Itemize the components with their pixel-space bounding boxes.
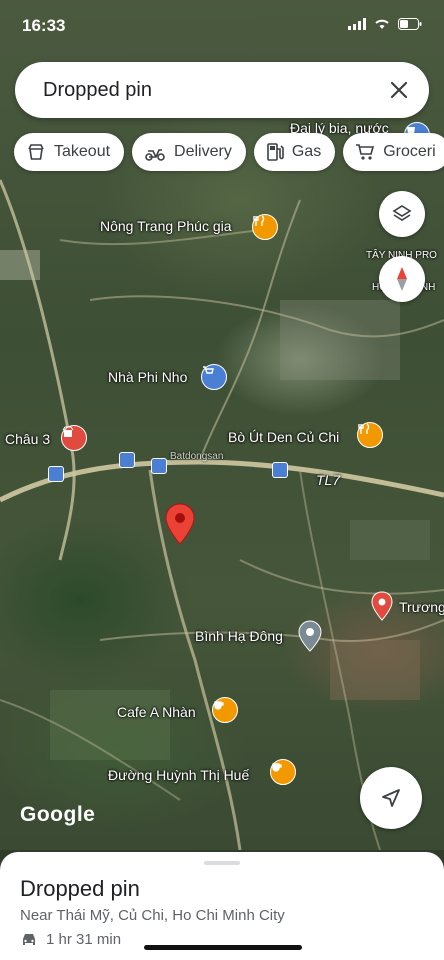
sheet-drag-handle[interactable]	[204, 861, 240, 865]
compass-icon	[397, 267, 407, 291]
my-location-button[interactable]	[360, 767, 422, 829]
chip-label: Takeout	[54, 143, 111, 160]
chip-label: Gas	[291, 143, 322, 160]
bus-stop-icon[interactable]	[119, 452, 135, 468]
chip-takeout[interactable]: Takeout	[14, 133, 125, 171]
place-title: Dropped pin	[20, 876, 140, 901]
status-time: 16:33	[22, 16, 66, 35]
category-chips: Takeout Delivery Gas Groceri	[14, 133, 444, 171]
gas-icon	[267, 143, 284, 161]
compass-button[interactable]	[379, 256, 425, 302]
place-address: Near Thái Mỹ, Củ Chi, Ho Chi Minh City	[20, 907, 285, 924]
place-label-nha-phi-nho[interactable]: Nhà Phi Nho	[108, 369, 187, 385]
chip-groceries[interactable]: Groceri	[343, 133, 444, 171]
satellite-map[interactable]: Đại lý bia, nước Nông Trang Phúc gia TÂY…	[0, 0, 444, 850]
place-label-binh-ha-dong[interactable]: Bình Hạ Đông	[195, 628, 283, 644]
search-bar[interactable]: Dropped pin	[15, 62, 429, 118]
chip-delivery[interactable]: Delivery	[132, 133, 246, 171]
place-label-chau3[interactable]: Châu 3	[5, 431, 50, 447]
cafe-icon[interactable]	[212, 697, 238, 723]
google-logo: Google	[20, 803, 96, 826]
road-label-tl7: TL7	[316, 472, 341, 488]
delivery-icon	[145, 149, 165, 161]
shopping-icon[interactable]	[201, 364, 227, 390]
chip-label: Groceri	[383, 143, 436, 160]
layers-button[interactable]	[379, 191, 425, 237]
place-label-duong[interactable]: Đường Huỳnh Thị Huế	[108, 767, 249, 783]
restaurant-icon[interactable]	[252, 214, 278, 240]
bus-stop-icon[interactable]	[272, 462, 288, 478]
place-label-cafe[interactable]: Cafe A Nhàn	[117, 704, 196, 720]
bus-stop-icon[interactable]	[48, 466, 64, 482]
bus-stop-icon[interactable]	[151, 458, 167, 474]
cellular-signal-icon	[348, 18, 366, 30]
chip-gas[interactable]: Gas	[253, 133, 336, 171]
battery-icon	[398, 18, 422, 30]
grocery-icon	[356, 144, 375, 160]
layers-icon	[392, 205, 412, 221]
cafe-icon[interactable]	[270, 759, 296, 785]
place-label-bo-ut[interactable]: Bò Út Den Củ Chi	[228, 429, 339, 445]
watermark: Batdongsan	[170, 451, 224, 462]
restaurant-icon[interactable]	[357, 422, 383, 448]
place-label-nong-trang[interactable]: Nông Trang Phúc gia	[100, 218, 232, 234]
status-bar: 16:33	[0, 0, 444, 50]
home-indicator	[144, 945, 302, 950]
wifi-icon	[375, 19, 389, 29]
chip-label: Delivery	[174, 143, 232, 160]
close-icon[interactable]	[383, 74, 415, 106]
travel-time[interactable]: 1 hr 31 min	[20, 931, 121, 948]
store-icon[interactable]	[61, 425, 87, 451]
navigation-arrow-icon	[382, 789, 400, 807]
car-icon	[23, 933, 35, 945]
takeout-icon	[28, 144, 44, 160]
place-bottom-sheet[interactable]: Dropped pin Near Thái Mỹ, Củ Chi, Ho Chi…	[0, 852, 444, 960]
search-title[interactable]: Dropped pin	[43, 79, 152, 102]
place-label-truong[interactable]: Trương	[399, 599, 444, 615]
eta-text: 1 hr 31 min	[46, 931, 122, 948]
